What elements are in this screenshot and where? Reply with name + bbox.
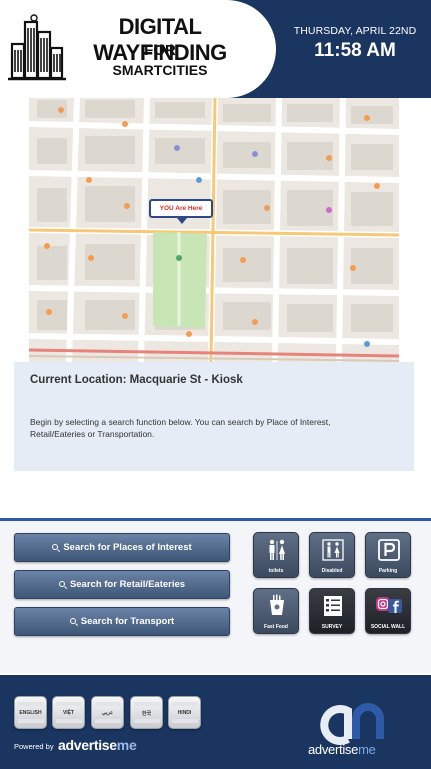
- language-button-stripe: [18, 719, 44, 723]
- search-transport-button[interactable]: Search for Transport: [14, 607, 230, 636]
- language-button-stripe: [172, 702, 198, 706]
- powered-brand-part: advertise: [58, 737, 117, 753]
- parking-label: Parking: [378, 568, 398, 574]
- language-hindi-label: HINDI: [177, 710, 192, 716]
- footer-bar: ENGLISH VIỆT عربي 한국 HINDI Powered by ad…: [0, 675, 431, 769]
- map-graphic: [29, 98, 399, 362]
- survey-button[interactable]: SURVEY: [309, 588, 355, 634]
- search-places-label: Search for Places of Interest: [63, 542, 192, 553]
- social-wall-label: SOCIAL WALL: [370, 624, 406, 630]
- fast-food-icon: [270, 594, 284, 615]
- you-are-here-marker: YOU Are Here: [149, 199, 213, 224]
- advertiseme-logo-icon: [320, 703, 384, 745]
- current-date: THURSDAY, APRIL 22ND: [293, 25, 417, 37]
- parking-icon: [378, 539, 400, 561]
- language-button-stripe: [95, 702, 121, 706]
- location-info-panel: Current Location: Macquarie St - Kiosk B…: [14, 362, 414, 471]
- powered-by-logo: advertiseme: [58, 737, 137, 753]
- language-english-button[interactable]: ENGLISH: [14, 696, 47, 729]
- disabled-button[interactable]: Disabled: [309, 532, 355, 578]
- wayfinding-map[interactable]: YOU Are Here: [29, 98, 399, 362]
- search-icon: [69, 618, 76, 624]
- disabled-toilet-icon: [322, 539, 344, 561]
- powered-brand-part-me: me: [116, 737, 137, 753]
- social-wall-button[interactable]: SOCIAL WALL: [365, 588, 411, 634]
- search-places-button[interactable]: Search for Places of Interest: [14, 533, 230, 562]
- language-button-stripe: [95, 719, 121, 723]
- disabled-label: Disabled: [321, 568, 343, 574]
- search-retail-label: Search for Retail/Eateries: [69, 579, 186, 590]
- toilets-button[interactable]: toilets: [253, 532, 299, 578]
- parking-button[interactable]: Parking: [365, 532, 411, 578]
- language-button-stripe: [56, 719, 82, 723]
- search-icon: [58, 581, 65, 587]
- social-wall-icon: [376, 597, 402, 613]
- language-button-stripe: [18, 702, 44, 706]
- language-button-stripe: [134, 702, 160, 706]
- survey-label: SURVEY: [321, 624, 343, 630]
- language-button-stripe: [172, 719, 198, 723]
- current-time: 11:58 AM: [314, 40, 396, 61]
- logo-panel: DIGITAL WAYFINDING FOR SMARTCITIES: [0, 0, 276, 98]
- language-vietnamese-button[interactable]: VIỆT: [52, 696, 85, 729]
- search-transport-label: Search for Transport: [80, 616, 175, 627]
- survey-icon: [324, 596, 342, 616]
- current-location-label: Current Location: Macquarie St - Kiosk: [30, 374, 243, 386]
- header-bar: DIGITAL WAYFINDING FOR SMARTCITIES THURS…: [0, 0, 431, 98]
- search-section: Search for Places of Interest Search for…: [0, 521, 431, 673]
- language-korean-button[interactable]: 한국: [130, 696, 163, 729]
- search-retail-button[interactable]: Search for Retail/Eateries: [14, 570, 230, 599]
- brand-part: advertise: [308, 742, 359, 757]
- toilets-label: toilets: [268, 568, 284, 574]
- brand-part-me: me: [358, 742, 376, 757]
- app-title-for: FOR: [144, 42, 176, 59]
- language-button-stripe: [56, 702, 82, 706]
- language-korean-label: 한국: [141, 711, 152, 717]
- city-buildings-icon: [8, 14, 66, 81]
- language-english-label: ENGLISH: [19, 710, 42, 716]
- fast-food-button[interactable]: Fast Food: [253, 588, 299, 634]
- app-title-subtitle: SMARTCITIES: [112, 62, 208, 78]
- toilets-icon: [269, 539, 285, 560]
- fast-food-label: Fast Food: [264, 624, 288, 630]
- language-arabic-button[interactable]: عربي: [91, 696, 124, 729]
- language-hindi-button[interactable]: HINDI: [168, 696, 201, 729]
- advertiseme-brand-text: advertiseme: [308, 742, 398, 757]
- instructions-text: Begin by selecting a search function bel…: [30, 417, 331, 439]
- language-arabic-label: عربي: [101, 710, 114, 716]
- search-icon: [52, 544, 59, 550]
- powered-by-text: Powered by: [14, 742, 54, 751]
- language-button-stripe: [134, 719, 160, 723]
- language-vietnamese-label: VIỆT: [62, 710, 75, 716]
